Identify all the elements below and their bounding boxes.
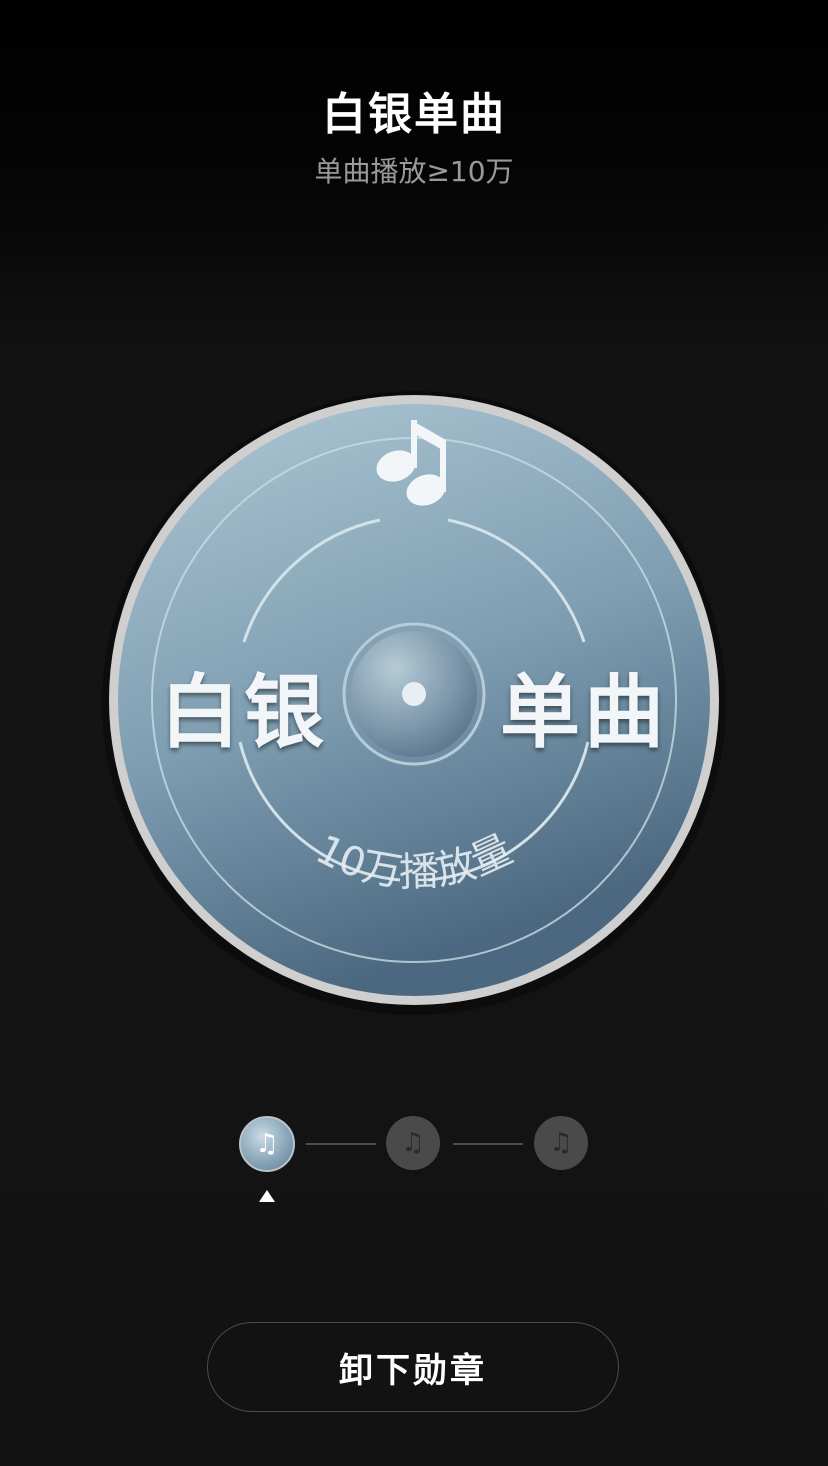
- badge-ring-text: 10万播放量: [309, 826, 520, 896]
- badge-face: [118, 404, 710, 996]
- badge-medal: 10万播放量 白银 单曲: [0, 0, 828, 1466]
- badge-inner-arc: [447, 518, 586, 643]
- level-step-1[interactable]: ♫: [239, 1116, 295, 1172]
- badge-outer-ring: [151, 437, 677, 963]
- badge-inner-arc: [238, 741, 401, 882]
- level-connector: [453, 1143, 523, 1145]
- badge-graphic: 10万播放量: [102, 391, 726, 1015]
- music-note-icon: ♫: [549, 1128, 573, 1158]
- badge-label-right: 单曲: [500, 666, 668, 759]
- level-step-2[interactable]: ♫: [386, 1116, 440, 1170]
- level-connector: [306, 1143, 376, 1145]
- badge-rim: [109, 395, 719, 1005]
- badge-label-left: 白银: [160, 666, 328, 759]
- badge-requirement: 单曲播放≥10万: [314, 155, 514, 188]
- level-step-3[interactable]: ♫: [534, 1116, 588, 1170]
- selected-level-indicator: [259, 1190, 275, 1202]
- badge-hub: [351, 631, 477, 757]
- music-note-icon: [376, 420, 446, 506]
- remove-badge-button[interactable]: 卸下勋章: [207, 1322, 619, 1412]
- badge-inner-arc: [427, 741, 590, 882]
- music-note-icon: ♫: [255, 1129, 279, 1159]
- badge-hub-dot: [402, 682, 426, 706]
- badge-title: 白银单曲: [322, 89, 506, 140]
- music-note-icon: ♫: [401, 1128, 425, 1158]
- badge-hub-ring: [342, 622, 486, 766]
- badge-inner-arc: [242, 518, 381, 643]
